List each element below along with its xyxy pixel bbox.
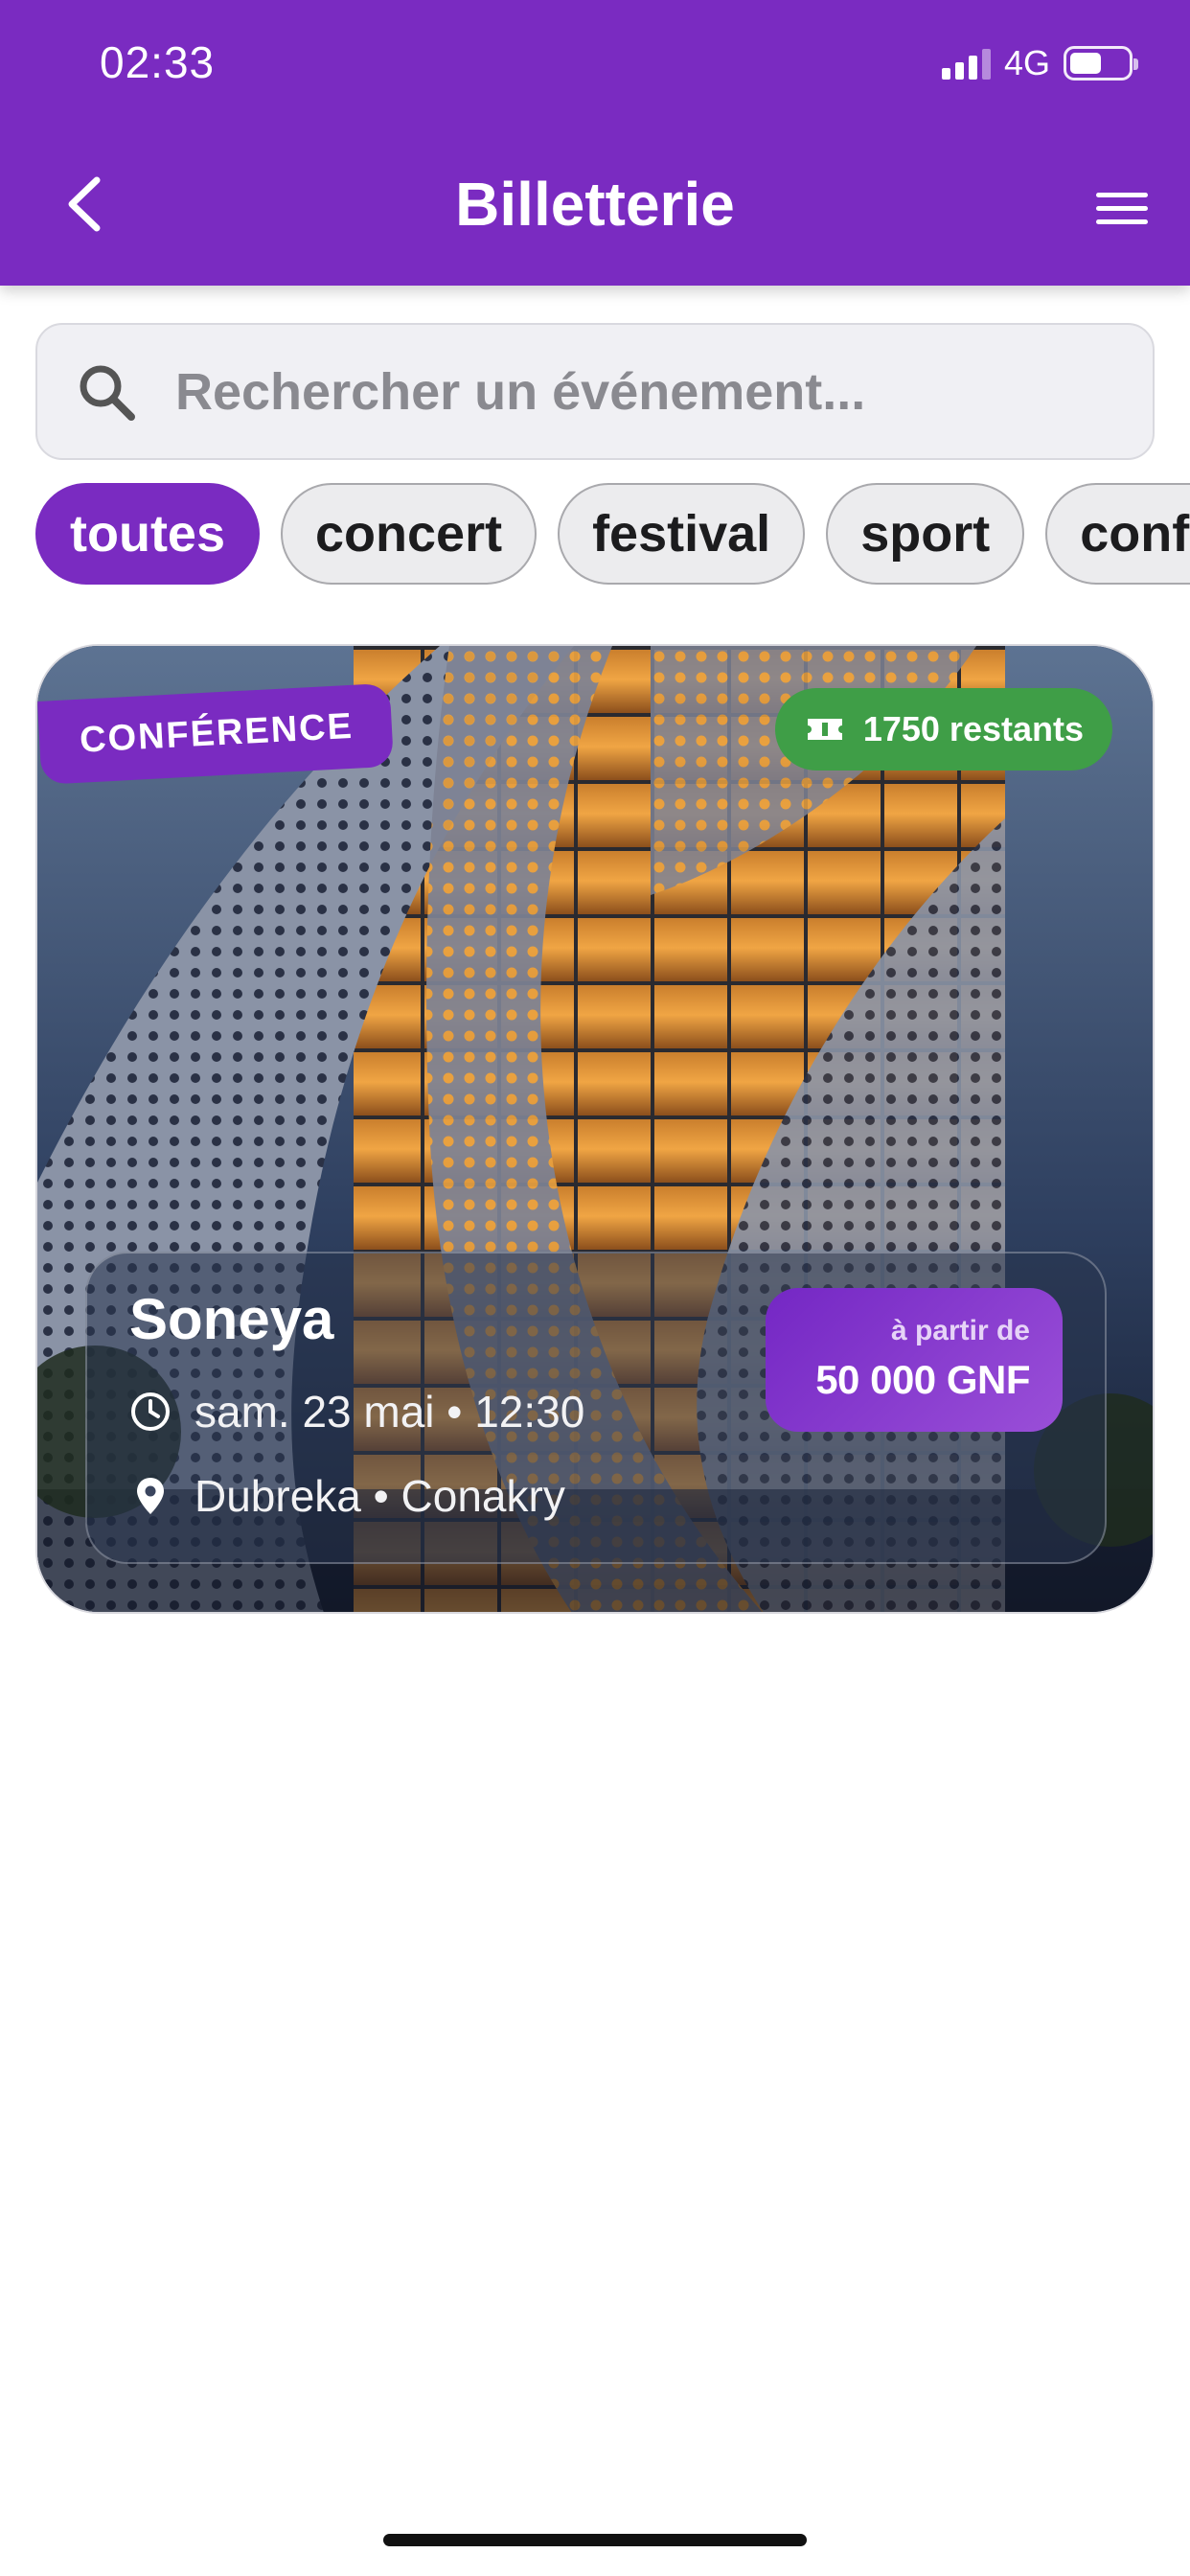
network-type: 4G xyxy=(1003,43,1050,82)
price-caption: à partir de xyxy=(890,1315,1030,1346)
page-title: Billetterie xyxy=(455,170,735,239)
tickets-remaining-text: 1750 restants xyxy=(862,709,1084,748)
app-header: 02:33 4G Billetterie xyxy=(0,0,1190,286)
event-location: Dubreka • Conakry xyxy=(195,1471,565,1521)
filter-chip-toutes[interactable]: toutes xyxy=(35,483,260,585)
tickets-remaining-badge: 1750 restants xyxy=(774,688,1112,770)
search-input[interactable] xyxy=(173,325,1132,458)
hamburger-menu-icon xyxy=(1096,192,1148,197)
filter-chip-concert[interactable]: concert xyxy=(281,483,538,585)
menu-button[interactable] xyxy=(1088,174,1156,242)
search-bar[interactable] xyxy=(35,323,1155,460)
filter-chip-sport[interactable]: sport xyxy=(826,483,1025,585)
location-pin-icon xyxy=(137,1478,164,1514)
filter-chip-conference[interactable]: conférence xyxy=(1045,483,1190,585)
event-date-row: sam. 23 mai • 12:30 xyxy=(129,1386,584,1438)
category-filter-bar: toutesconcertfestivalsportconférence xyxy=(35,483,1190,586)
price-badge: à partir de 50 000 GNF xyxy=(766,1288,1063,1432)
status-indicators: 4G xyxy=(941,43,1138,82)
ticket-icon xyxy=(807,719,842,740)
status-time: 02:33 xyxy=(100,37,216,87)
event-title: Soneya xyxy=(129,1287,334,1351)
event-datetime: sam. 23 mai • 12:30 xyxy=(195,1387,585,1437)
battery-icon xyxy=(1064,46,1138,80)
signal-icon xyxy=(941,47,991,80)
event-location-row: Dubreka • Conakry xyxy=(129,1470,565,1522)
event-info-panel: Soneya sam. 23 mai • 12:30 Dubreka • Con… xyxy=(85,1252,1107,1564)
search-icon xyxy=(80,365,135,421)
battery-level xyxy=(1070,53,1101,74)
home-indicator[interactable] xyxy=(383,2534,807,2546)
filter-chip-festival[interactable]: festival xyxy=(558,483,806,585)
event-card[interactable]: CONFÉRENCE 1750 restants Soneya sam. 23 … xyxy=(35,644,1155,1614)
clock-icon xyxy=(131,1392,170,1431)
price-value: 50 000 GNF xyxy=(815,1357,1030,1402)
